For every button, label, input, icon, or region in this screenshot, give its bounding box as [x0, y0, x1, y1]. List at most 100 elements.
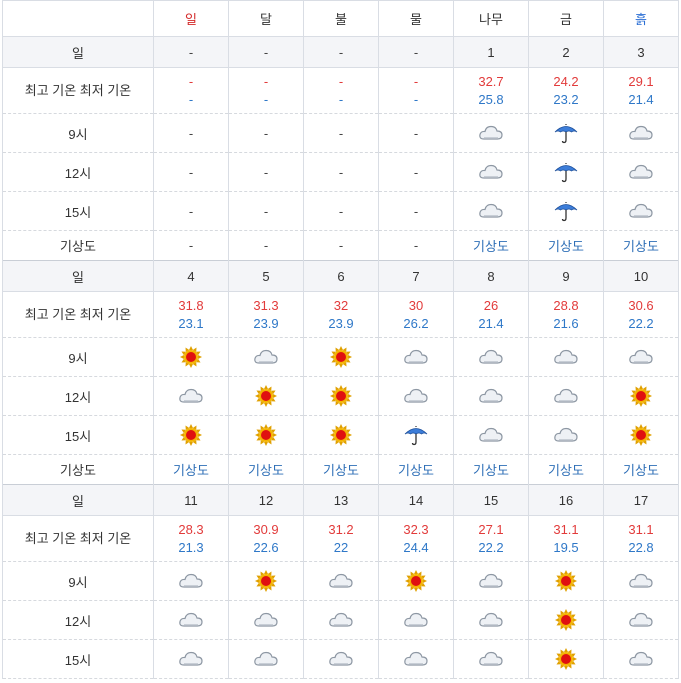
weather-map-link[interactable]: 기상도	[248, 463, 284, 478]
cloud-icon	[478, 570, 504, 592]
sun-icon	[253, 424, 279, 446]
weather-cell	[603, 337, 679, 377]
weather-map-link[interactable]: 기상도	[473, 463, 509, 478]
weather-map-link[interactable]: 기상도	[323, 463, 359, 478]
header-sunday: 일	[153, 0, 229, 37]
calendar-body: 일 - - - -1 2 3 최고 기온 최저 기온 - - - - - - - -32.7 25.8 24.2 2…	[2, 36, 679, 679]
hour-15-row: 15시 - - - -	[2, 191, 679, 231]
hour-12-row: 12시	[2, 376, 679, 416]
sun-icon	[628, 424, 654, 446]
temperature-cell: --	[303, 67, 379, 114]
day-number-row: 일 4 5 6 7 8 9 10	[2, 260, 679, 292]
weather-map-cell: 기상도	[453, 454, 529, 485]
weather-cell	[603, 152, 679, 192]
weather-map-cell: 기상도	[528, 454, 604, 485]
umbrella-icon	[403, 424, 429, 446]
low-temp: 21.4	[478, 315, 504, 331]
cloud-icon	[478, 346, 504, 368]
weather-map-link[interactable]: 기상도	[623, 463, 659, 478]
temperature-cell: --	[378, 67, 454, 114]
weather-cell	[228, 376, 304, 416]
sun-icon	[553, 570, 579, 592]
sun-icon	[553, 648, 579, 670]
temperature-row: 최고 기온 최저 기온 - - - - - - - -32.7 25.8 24.2 23.2 29.1 2…	[2, 67, 679, 114]
low-temp: 19.5	[553, 539, 579, 555]
temperature-cell: 24.2 23.2	[528, 67, 604, 114]
weather-cell	[528, 376, 604, 416]
weather-cell	[378, 600, 454, 640]
temperature-cell: --	[228, 67, 304, 114]
high-temp: -	[188, 73, 194, 89]
low-temp: 22.8	[628, 539, 654, 555]
header-wednesday: 물	[378, 0, 454, 37]
umbrella-icon	[553, 161, 579, 183]
temperature-cell: 30.6 22.2	[603, 291, 679, 338]
weather-cell	[528, 191, 604, 231]
temperature-cell: 30 26.2	[378, 291, 454, 338]
weather-cell	[303, 376, 379, 416]
cloud-icon	[478, 122, 504, 144]
weather-map-cell: -	[303, 230, 379, 261]
weather-map-link[interactable]: 기상도	[473, 239, 509, 254]
weather-cell	[603, 191, 679, 231]
high-temp: 32	[333, 297, 349, 313]
weather-cell	[303, 600, 379, 640]
weather-map-link[interactable]: 기상도	[398, 463, 434, 478]
low-temp: 26.2	[403, 315, 429, 331]
hour-row-label: 15시	[2, 415, 154, 455]
cloud-icon	[553, 346, 579, 368]
sun-icon	[253, 385, 279, 407]
sun-icon	[328, 346, 354, 368]
low-temp: 23.9	[253, 315, 279, 331]
day-number-cell: -	[303, 36, 379, 68]
high-temp: 31.3	[253, 297, 279, 313]
weather-cell	[153, 415, 229, 455]
weather-cell	[528, 152, 604, 192]
weather-cell: -	[228, 191, 304, 231]
weather-cell	[303, 337, 379, 377]
header-tuesday: 불	[303, 0, 379, 37]
sun-icon	[178, 424, 204, 446]
weather-cell	[603, 415, 679, 455]
weather-cell	[528, 337, 604, 377]
temperature-cell: 28.3 21.3	[153, 515, 229, 562]
weather-map-row-label: 기상도	[2, 454, 154, 485]
weather-cell	[603, 561, 679, 601]
weather-cell	[453, 113, 529, 153]
day-row-label: 일	[2, 484, 154, 516]
header-friday: 금	[528, 0, 604, 37]
high-temp: 24.2	[553, 73, 579, 89]
weather-map-cell: 기상도	[303, 454, 379, 485]
weather-map-cell: -	[153, 230, 229, 261]
day-number-cell: 14	[378, 484, 454, 516]
weather-map-cell: 기상도	[603, 230, 679, 261]
cloud-icon	[553, 385, 579, 407]
weather-map-link[interactable]: 기상도	[548, 239, 584, 254]
weather-cell	[228, 600, 304, 640]
weather-cell	[153, 639, 229, 679]
temperature-cell: 31.8 23.1	[153, 291, 229, 338]
temperature-cell: 28.8 21.6	[528, 291, 604, 338]
weather-map-cell: 기상도	[528, 230, 604, 261]
weather-map-link[interactable]: 기상도	[173, 463, 209, 478]
weather-cell	[528, 113, 604, 153]
weather-cell	[303, 639, 379, 679]
weather-map-link[interactable]: 기상도	[548, 463, 584, 478]
weather-map-link[interactable]: 기상도	[623, 239, 659, 254]
header-saturday: 흙	[603, 0, 679, 37]
cloud-icon	[478, 609, 504, 631]
temperature-cell: --	[153, 67, 229, 114]
low-temp: 21.6	[553, 315, 579, 331]
weather-cell	[378, 376, 454, 416]
weather-cell	[153, 600, 229, 640]
cloud-icon	[253, 346, 279, 368]
high-temp: 32.3	[403, 521, 429, 537]
weather-map-cell: -	[228, 230, 304, 261]
weather-cell: -	[303, 152, 379, 192]
cloud-icon	[328, 648, 354, 670]
low-temp: 25.8	[478, 91, 504, 107]
weather-cell: -	[228, 152, 304, 192]
day-number-row: 일----123	[2, 36, 679, 68]
temperature-row: 최고 기온 최저 기온 31.8 23.1 31.3 23.9 32 23.9 30 26.2 2…	[2, 291, 679, 338]
weather-cell	[528, 561, 604, 601]
